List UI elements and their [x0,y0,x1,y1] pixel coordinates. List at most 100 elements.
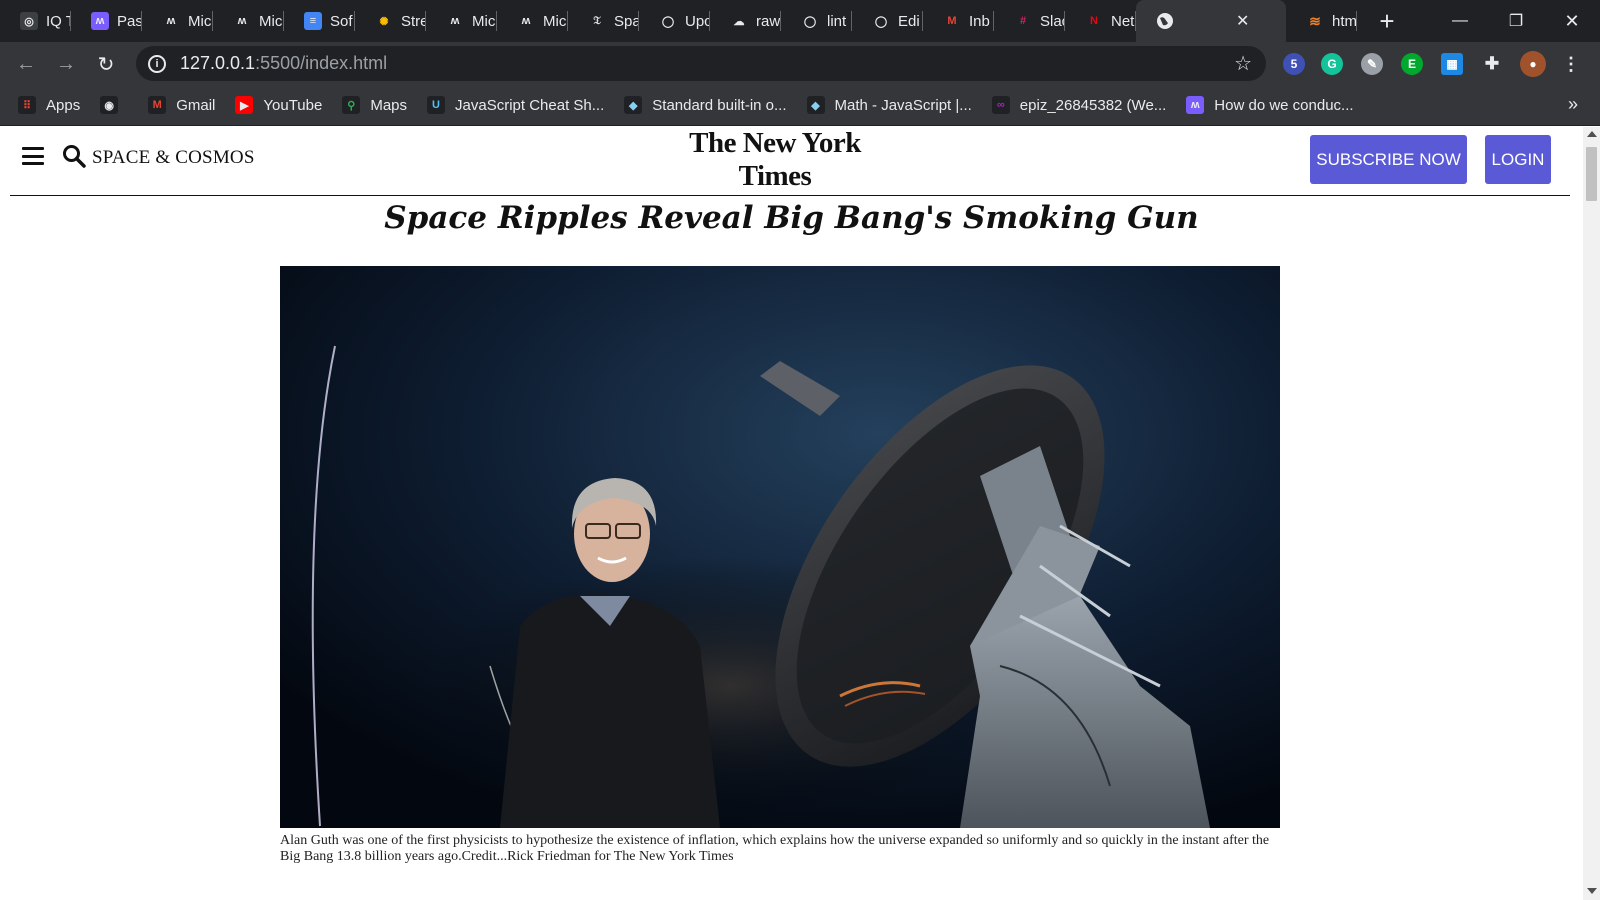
more-bookmarks-icon[interactable]: » [1568,94,1578,115]
tab-label: Net [1111,12,1135,30]
bookmark-3[interactable]: ▶ YouTube [235,96,322,114]
tab-8[interactable]: 𝔗 Spa [568,0,639,42]
puzzle-blue-icon[interactable]: ▦ [1441,53,1463,75]
tab-last[interactable]: ≋ htm [1286,0,1357,42]
cheatsheet-icon: U [427,96,446,114]
close-tab-icon[interactable]: ✕ [1236,11,1249,31]
github-icon: ◯ [872,12,890,30]
menu-dots-icon[interactable]: ⋮ [1560,53,1582,75]
scroll-thumb[interactable] [1586,147,1597,201]
bookmark-label: epiz_26845382 (We... [1019,96,1167,114]
tab-label: lint [827,12,847,30]
bookmark-list: ⠿ Apps ◉ M Gmail ▶ YouTube ⚲ Maps U JavaScript Che… [18,96,1374,114]
tab-9[interactable]: ◯ Upc [639,0,710,42]
tab-0[interactable]: ◎ IQ T [0,0,71,42]
subscribe-button[interactable]: SUBSCRIBE NOW [1310,135,1467,184]
tab-label: Stre [401,12,425,30]
tab-active[interactable]: ✕ [1136,0,1286,42]
youtube-icon: ▶ [235,96,254,114]
bookmark-5[interactable]: U JavaScript Cheat Sh... [427,96,604,114]
photo-caption: Alan Guth was one of the first physicist… [280,833,1270,864]
article-photo [280,266,1280,828]
miro-icon: ʍ [91,12,109,30]
avatar[interactable]: ● [1520,51,1546,77]
tab-label: IQ T [46,12,70,30]
tab-15[interactable]: N Net [1065,0,1136,42]
bookmark-7[interactable]: ◆ Math - JavaScript |... [806,96,972,114]
gmail-icon: M [148,96,167,114]
tab-4[interactable]: ≡ Sof [284,0,355,42]
grammarly-icon[interactable]: G [1321,53,1343,75]
scroll-down-icon[interactable] [1587,888,1597,894]
address-bar[interactable]: i 127.0.0.1:5500/index.html ☆ [136,46,1266,81]
doc-icon: ≡ [304,12,322,30]
pin-extension-icon[interactable]: ✎ [1361,53,1383,75]
browser-toolbar: ← → ↻ i 127.0.0.1:5500/index.html ☆ 5 G … [0,42,1600,85]
tab-12[interactable]: ◯ Edi [852,0,923,42]
back-icon[interactable]: ← [12,50,40,78]
extensions-icon[interactable]: ✚ [1481,53,1503,75]
login-button[interactable]: LOGIN [1485,135,1551,184]
new-tab-button[interactable]: + [1357,0,1417,42]
tab-3[interactable]: ʍ Mic [213,0,284,42]
tab-7[interactable]: ʍ Mic [497,0,568,42]
bookmarks-bar: ⠿ Apps ◉ M Gmail ▶ YouTube ⚲ Maps U JavaScript Che… [0,85,1600,126]
mdn-icon: ◆ [624,96,643,114]
dots-icon: ✺ [375,12,393,30]
extension-badge-icon[interactable]: 5 [1283,53,1305,75]
tab-label: Edi [898,12,920,30]
tab-label: htm [1332,12,1356,30]
hamburger-menu-icon[interactable] [22,147,44,165]
site-info-icon[interactable]: i [148,54,166,73]
stackoverflow-icon: ≋ [1309,12,1321,29]
globe-icon: ◉ [100,96,119,114]
close-window-icon[interactable]: ✕ [1544,0,1600,42]
tab-list: ◎IQ TʍPasʍMicʍMic≡Sof✺StreʍMicʍMic𝔗Spa◯U… [0,0,1136,42]
bookmark-8[interactable]: ∞ epiz_26845382 (We... [991,96,1167,114]
miro-icon: ʍ [517,12,535,30]
globe-icon [1156,12,1174,30]
bookmark-9[interactable]: ʍ How do we conduc... [1186,96,1354,114]
tab-label: Spa [614,12,638,30]
tab-label: Mic [543,12,567,30]
minimize-icon[interactable]: — [1432,0,1488,42]
tab-11[interactable]: ◯ lint [781,0,852,42]
tab-label: Upc [685,12,709,30]
tab-label: Slac [1040,12,1064,30]
tab-13[interactable]: M Inb [923,0,994,42]
apps-grid-icon: ⠿ [18,96,36,114]
page-scrollbar[interactable] [1583,127,1600,900]
nyt-logo[interactable]: The New York Times [660,127,890,193]
reload-icon[interactable]: ↻ [92,50,120,78]
forward-icon[interactable]: → [52,50,80,78]
search-icon[interactable] [62,144,86,168]
tab-strip: ◎IQ TʍPasʍMicʍMic≡Sof✺StreʍMicʍMic𝔗Spa◯U… [0,0,1600,42]
scroll-up-icon[interactable] [1587,131,1597,137]
tab-2[interactable]: ʍ Mic [142,0,213,42]
tab-label: Mic [188,12,212,30]
bookmark-4[interactable]: ⚲ Maps [342,96,407,114]
bookmark-label: Maps [370,96,408,114]
tab-6[interactable]: ʍ Mic [426,0,497,42]
bookmark-0[interactable]: ⠿ Apps [18,96,80,114]
tab-label: Sof [330,12,353,30]
bookmark-6[interactable]: ◆ Standard built-in o... [624,96,787,114]
restore-icon[interactable]: ❐ [1488,0,1544,42]
tab-14[interactable]: # Slac [994,0,1065,42]
tab-5[interactable]: ✺ Stre [355,0,426,42]
miro-icon: ʍ [446,12,464,30]
evernote-icon[interactable]: E [1401,53,1423,75]
gmail-icon: M [943,12,961,30]
bookmark-star-icon[interactable]: ☆ [1234,51,1252,76]
github-icon: ◯ [659,12,677,30]
bookmark-2[interactable]: M Gmail [148,96,215,114]
section-label[interactable]: SPACE & COSMOS [92,147,255,169]
miro-icon: ʍ [233,12,251,30]
miro-icon: ʍ [162,12,180,30]
tab-1[interactable]: ʍ Pas [71,0,142,42]
tab-10[interactable]: ☁ raw [710,0,781,42]
bookmark-1[interactable]: ◉ [100,96,128,114]
bookmark-label: Gmail [176,96,216,114]
infinity-icon: ∞ [991,96,1010,114]
bookmark-label: Standard built-in o... [652,96,787,114]
